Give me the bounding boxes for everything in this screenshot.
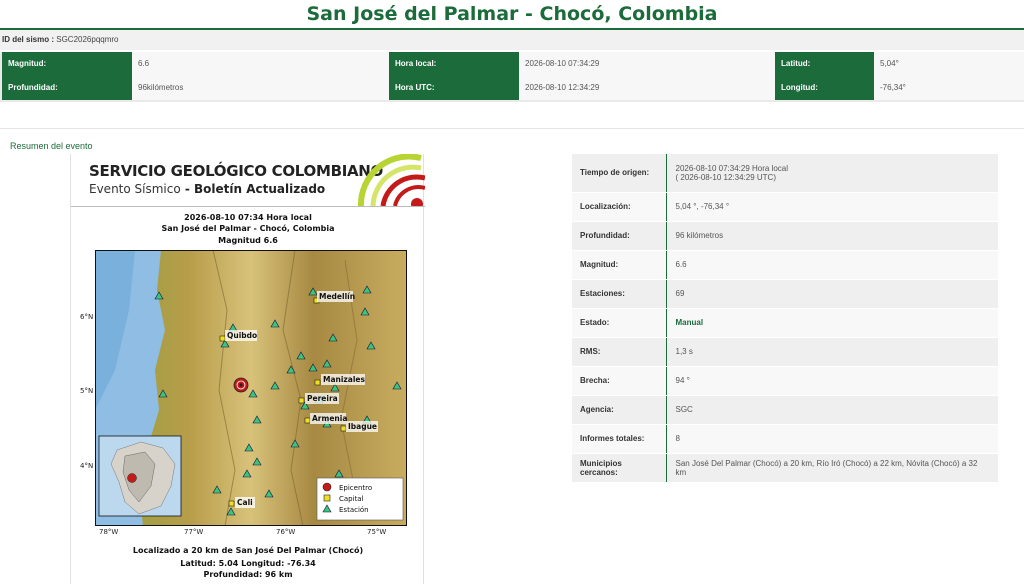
bulletin-subtitle-b: - Boletín Actualizado [180,182,326,196]
utc-time-label: Hora UTC: [389,76,519,100]
details-value: 6.6 [666,250,998,280]
bulletin-subtitle-a: Evento Sísmico [89,182,181,196]
origin-time-utc: ( 2026-08-10 12:34:29 UTC) [675,172,777,182]
local-time-value: 2026-08-10 07:34:29 [519,52,775,76]
longitude-label: Longitud: [775,76,874,100]
details-row-depth: Profundidad: 96 kilómetros [572,221,998,251]
panel-title: Resumen del evento [10,141,93,151]
legend-capital-label: Capital [339,495,364,503]
event-id-row: ID del sismo : SGC2026pqqmro [0,30,1024,50]
depth-label: Profundidad: [2,76,132,100]
details-row-magnitude: Magnitud: 6.6 [572,250,998,280]
details-label: Estaciones: [572,279,667,309]
status-value: Manual [666,308,998,338]
latitude-value: 5,04° [874,52,1024,76]
details-value: SGC [666,395,998,425]
bulletin-latlon: Latitud: 5.04 Longitud: -76.34 [180,559,316,568]
details-label: Agencia: [572,395,667,425]
magnitude-value: 6.6 [132,52,389,76]
bulletin-subtitle: Evento Sísmico - Boletín Actualizado [89,182,325,196]
lon-tick-77w: 77°W [184,528,204,536]
details-label: Municipios cercanos: [572,453,667,483]
origin-time-local: 2026-08-10 07:34:29 Hora local [675,163,789,173]
details-label: Informes totales: [572,424,667,454]
bulletin-located: Localizado a 20 km de San José Del Palma… [132,546,364,555]
page-title: San José del Palmar - Chocó, Colombia [306,3,718,25]
legend-epicentro-label: Epicentro [339,484,372,492]
details-label: Tiempo de origen: [572,154,667,193]
depth-value: 96kilómetros [132,76,389,100]
latitude-label: Latitud: [775,52,874,76]
details-label: Profundidad: [572,221,667,251]
details-row-origin-time: Tiempo de origen: 2026-08-10 07:34:29 Ho… [572,154,998,193]
bulletin-divider [71,206,425,207]
terrain-map: Medellín Quibdo Manizales Pereira Armeni… [95,249,407,527]
city-label-manizales: Manizales [323,375,366,384]
details-row-agency: Agencia: SGC [572,395,998,425]
details-row-reports: Informes totales: 8 [572,424,998,454]
details-label: Localización: [572,192,667,222]
details-label: RMS: [572,337,667,367]
sgc-logo-icon [357,154,425,206]
details-row-gap: Brecha: 94 ° [572,366,998,396]
bulletin-date: 2026-08-10 07:34 Hora local [184,213,312,222]
details-row-status: Estado: Manual [572,308,998,338]
event-id-value: SGC2026pqqmro [56,35,119,44]
city-label-cali: Cali [237,498,253,507]
page-header: San José del Palmar - Chocó, Colombia [0,0,1024,28]
city-label-medellin: Medellín [319,292,355,301]
details-value: 2026-08-10 07:34:29 Hora local ( 2026-08… [666,154,998,193]
city-label-armenia: Armenia [312,414,347,423]
epicenter-marker [233,377,249,393]
details-label: Brecha: [572,366,667,396]
details-row-nearby: Municipios cercanos: San José Del Palmar… [572,453,998,483]
lat-tick-5n: 5°N [80,387,94,395]
event-id-label: ID del sismo : [2,35,55,44]
lon-tick-76w: 76°W [276,528,296,536]
details-row-rms: RMS: 1,3 s [572,337,998,367]
magnitude-label: Magnitud: [2,52,132,76]
details-value: 69 [666,279,998,309]
city-label-pereira: Pereira [307,394,338,403]
details-value: 8 [666,424,998,454]
local-time-label: Hora local: [389,52,519,76]
details-value: 1,3 s [666,337,998,367]
lat-tick-6n: 6°N [80,313,94,321]
epicenter-map: Medellín Quibdo Manizales Pereira Armeni… [95,249,407,527]
summary-grid: Magnitud: 6.6 Hora local: 2026-08-10 07:… [0,52,1024,102]
details-label: Estado: [572,308,667,338]
map-legend: Epicentro Capital Estación [316,477,404,521]
city-label-quibdo: Quibdo [227,331,257,340]
details-value: 96 kilómetros [666,221,998,251]
legend-estacion-label: Estación [339,506,369,514]
lon-tick-78w: 78°W [99,528,119,536]
details-row-location: Localización: 5,04 °, -76,34 ° [572,192,998,222]
bulletin-magnitude: Magnitud 6.6 [218,236,278,245]
longitude-value: -76,34° [874,76,1024,100]
details-value: San José Del Palmar (Chocó) a 20 km, Río… [666,453,998,483]
details-label: Magnitud: [572,250,667,280]
event-details-table: Tiempo de origen: 2026-08-10 07:34:29 Ho… [572,154,998,483]
bulletin-place: San José del Palmar - Chocó, Colombia [161,224,335,233]
seismic-bulletin-image: SERVICIO GEOLÓGICO COLOMBIANO Evento Sís… [70,154,425,584]
details-row-stations: Estaciones: 69 [572,279,998,309]
lon-tick-75w: 75°W [367,528,387,536]
details-value: 5,04 °, -76,34 ° [666,192,998,222]
lat-tick-4n: 4°N [80,462,94,470]
city-label-ibague: Ibague [348,422,377,431]
inset-map [98,435,182,517]
utc-time-value: 2026-08-10 12:34:29 [519,76,775,100]
event-summary-panel: Resumen del evento SERVICIO GEOLÓGICO CO… [0,128,1024,584]
details-value: 94 ° [666,366,998,396]
